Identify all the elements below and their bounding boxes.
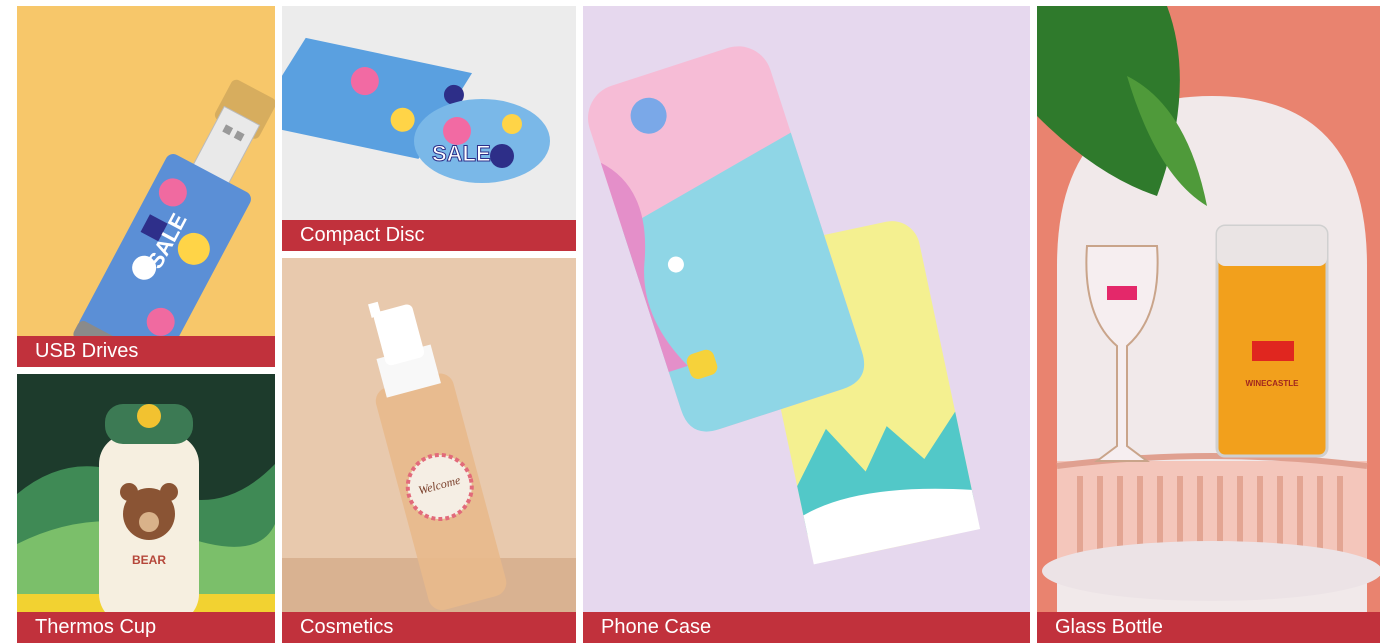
tile-thermos-cup[interactable]: BEAR Thermos Cup [17, 374, 275, 643]
tile-glass-bottle[interactable]: WINECASTLE Glass Bottle [1037, 6, 1380, 643]
tile-compact-disc[interactable]: SALE Compact Disc [282, 6, 576, 251]
glass-bottle-label: Glass Bottle [1037, 612, 1380, 643]
tile-phone-case[interactable]: Phone Case [583, 6, 1030, 643]
compact-disc-label: Compact Disc [282, 220, 576, 251]
tile-cosmetics[interactable]: Welcome Cosmetics [282, 258, 576, 643]
tile-usb-drives[interactable]: SALE USB Drives [17, 6, 275, 367]
usb-drives-label: USB Drives [17, 336, 275, 367]
cosmetics-image: Welcome [282, 258, 576, 643]
cup-bear-text: BEAR [132, 553, 166, 567]
usb-drive-image: SALE [17, 6, 275, 367]
cosmetics-label: Cosmetics [282, 612, 576, 643]
disc-sale-text: SALE [432, 141, 491, 166]
bottle-brand-text: WINECASTLE [1246, 379, 1300, 388]
glass-bottle-image: WINECASTLE [1037, 6, 1380, 643]
thermos-cup-image: BEAR [17, 374, 275, 643]
compact-disc-image: SALE [282, 6, 576, 251]
thermos-cup-label: Thermos Cup [17, 612, 275, 643]
phone-case-label: Phone Case [583, 612, 1030, 643]
phone-case-image [583, 6, 1030, 643]
